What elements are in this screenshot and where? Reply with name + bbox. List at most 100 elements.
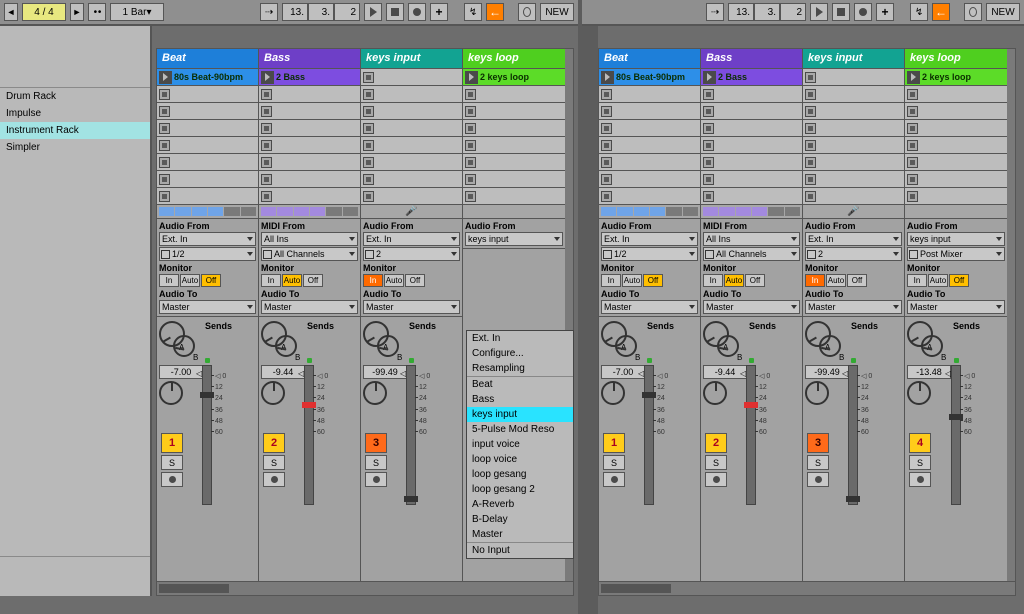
dropdown-option[interactable]: Bass: [467, 392, 573, 407]
clip-slot-empty[interactable]: [701, 188, 802, 205]
monitor-off-button[interactable]: Off: [643, 274, 663, 287]
overdub-button[interactable]: [430, 3, 448, 21]
clip-stop-icon[interactable]: [703, 191, 714, 202]
monitor-auto-button[interactable]: Auto: [724, 274, 744, 287]
clip-slot-empty[interactable]: [803, 154, 904, 171]
clip-slot-empty[interactable]: [599, 137, 700, 154]
clip-stop-icon[interactable]: [363, 174, 374, 185]
clip-slot-empty[interactable]: [905, 137, 1007, 154]
solo-button[interactable]: S: [705, 455, 727, 470]
capture-icon[interactable]: [964, 3, 982, 21]
automation-arm-icon[interactable]: ↯: [910, 3, 928, 21]
clip-stop-icon[interactable]: [363, 72, 374, 83]
clip-stop-icon[interactable]: [601, 123, 612, 134]
monitor-auto-button[interactable]: Auto: [928, 274, 948, 287]
clip-slot-empty[interactable]: [361, 69, 462, 86]
clip-slot-empty[interactable]: [361, 171, 462, 188]
scrollbar[interactable]: [157, 581, 573, 595]
track-activator-button[interactable]: 4: [909, 433, 931, 453]
audio-to-select[interactable]: Master: [261, 300, 358, 314]
solo-button[interactable]: S: [807, 455, 829, 470]
clip-stop-icon[interactable]: [805, 191, 816, 202]
browser-item[interactable]: Drum Rack: [0, 88, 150, 105]
dropdown-option[interactable]: input voice: [467, 437, 573, 452]
clip-stop-icon[interactable]: [261, 140, 272, 151]
clip-slot-empty[interactable]: [463, 120, 565, 137]
clip-slot-empty[interactable]: [463, 137, 565, 154]
dropdown-option[interactable]: loop gesang: [467, 467, 573, 482]
clip-stop-icon[interactable]: [703, 174, 714, 185]
audio-from-dropdown[interactable]: Ext. InConfigure...ResamplingBeatBasskey…: [466, 330, 574, 559]
monitor-off-button[interactable]: Off: [847, 274, 867, 287]
clip-slot-empty[interactable]: [905, 171, 1007, 188]
track-activator-button[interactable]: 1: [161, 433, 183, 453]
clip-stop-icon[interactable]: [363, 140, 374, 151]
track-activator-button[interactable]: 3: [807, 433, 829, 453]
position-counter[interactable]: 13. 3. 2: [282, 3, 360, 21]
overdub-button[interactable]: [876, 3, 894, 21]
clip-slot-empty[interactable]: [361, 137, 462, 154]
arm-button[interactable]: [705, 472, 727, 487]
clip-stop-icon[interactable]: [465, 140, 476, 151]
clip-stop-icon[interactable]: [261, 123, 272, 134]
clip-slot-empty[interactable]: [599, 154, 700, 171]
clip-slot-empty[interactable]: [463, 103, 565, 120]
dropdown-option[interactable]: Configure...: [467, 346, 573, 361]
play-button[interactable]: [810, 3, 828, 21]
clip-stop-icon[interactable]: [363, 191, 374, 202]
clip-stop-icon[interactable]: [465, 106, 476, 117]
clip-slot-empty[interactable]: [701, 171, 802, 188]
clip-slot-empty[interactable]: [905, 103, 1007, 120]
channel-select[interactable]: 2: [805, 247, 902, 261]
clip-slot-empty[interactable]: [701, 154, 802, 171]
quantize-select[interactable]: 1 Bar ▾: [110, 3, 164, 21]
clip-slot-empty[interactable]: [803, 86, 904, 103]
clip-slot-empty[interactable]: [157, 137, 258, 154]
track-header[interactable]: keys loop: [905, 49, 1007, 69]
audio-from-select[interactable]: Ext. In: [805, 232, 902, 246]
arm-button[interactable]: [365, 472, 387, 487]
send-knob-b[interactable]: [275, 335, 297, 357]
clip-slot-empty[interactable]: [599, 188, 700, 205]
audio-from-select[interactable]: Ext. In: [601, 232, 698, 246]
new-button[interactable]: NEW: [540, 3, 574, 21]
clip-stop-icon[interactable]: [907, 174, 918, 185]
clip-slot-empty[interactable]: [157, 103, 258, 120]
clip-stop-icon[interactable]: [159, 89, 170, 100]
solo-button[interactable]: S: [909, 455, 931, 470]
monitor-off-button[interactable]: Off: [201, 274, 221, 287]
track-header[interactable]: Beat: [157, 49, 258, 69]
monitor-auto-button[interactable]: Auto: [180, 274, 200, 287]
audio-from-select[interactable]: keys input: [907, 232, 1005, 246]
monitor-in-button[interactable]: In: [261, 274, 281, 287]
clip-slot-empty[interactable]: [905, 154, 1007, 171]
monitor-off-button[interactable]: Off: [303, 274, 323, 287]
track-header[interactable]: keys loop: [463, 49, 565, 69]
clip-stop-icon[interactable]: [159, 157, 170, 168]
dropdown-option[interactable]: No Input: [467, 543, 573, 558]
audio-from-select[interactable]: Ext. In: [363, 232, 460, 246]
send-knob-b[interactable]: [819, 335, 841, 357]
dropdown-option[interactable]: Resampling: [467, 361, 573, 377]
monitor-off-button[interactable]: Off: [745, 274, 765, 287]
send-knob-b[interactable]: [615, 335, 637, 357]
pan-knob[interactable]: [703, 381, 727, 405]
clip-stop-icon[interactable]: [261, 157, 272, 168]
clip-slot-empty[interactable]: [701, 86, 802, 103]
clip-stop-icon[interactable]: [805, 89, 816, 100]
track-header[interactable]: keys input: [361, 49, 462, 69]
clip-stop-icon[interactable]: [363, 157, 374, 168]
clip-slot-empty[interactable]: [259, 154, 360, 171]
track-header[interactable]: keys input: [803, 49, 904, 69]
clip-slot-empty[interactable]: [259, 120, 360, 137]
clip-slot[interactable]: 2 Bass: [259, 69, 360, 86]
clip-stop-icon[interactable]: [805, 157, 816, 168]
audio-from-select[interactable]: All Ins: [261, 232, 358, 246]
clip-slot-empty[interactable]: [259, 171, 360, 188]
clip-slot-empty[interactable]: [701, 137, 802, 154]
clip-stop-icon[interactable]: [601, 89, 612, 100]
audio-to-select[interactable]: Master: [805, 300, 902, 314]
clip-play-icon[interactable]: [159, 71, 172, 84]
pan-knob[interactable]: [363, 381, 387, 405]
track-header[interactable]: Beat: [599, 49, 700, 69]
